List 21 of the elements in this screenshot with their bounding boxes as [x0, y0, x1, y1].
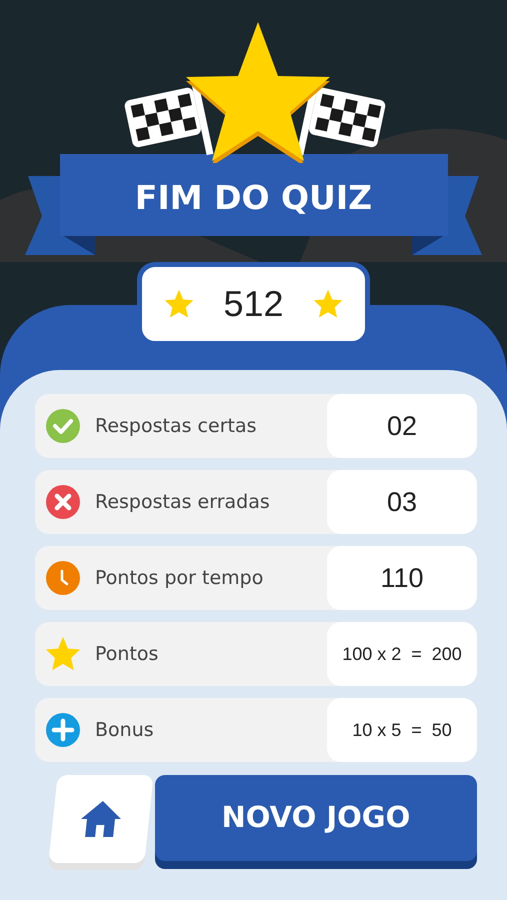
new-game-button[interactable]: NOVO JOGO [154, 775, 477, 861]
home-button[interactable] [48, 775, 154, 863]
stat-value: 03 [327, 470, 477, 534]
stat-label: Bonus [95, 718, 154, 743]
clock-icon [45, 560, 81, 596]
star-icon [45, 636, 81, 672]
score-star-icon [312, 289, 343, 319]
stat-value: 02 [327, 394, 477, 458]
stat-value: 100 x 2 = 200 [327, 622, 477, 686]
stat-label: Pontos por tempo [95, 566, 264, 591]
plus-icon [45, 712, 81, 748]
stat-label: Respostas erradas [95, 490, 270, 515]
score-value: 512 [223, 282, 284, 326]
cross-icon [45, 484, 81, 520]
check-icon [45, 408, 81, 444]
score-star-icon [164, 289, 194, 319]
stat-label: Pontos [95, 642, 158, 667]
stat-label: Respostas certas [95, 414, 256, 439]
stat-value: 110 [327, 546, 477, 610]
stat-value: 10 x 5 = 50 [327, 698, 477, 762]
quiz-title: FIM DO QUIZ [134, 177, 374, 219]
